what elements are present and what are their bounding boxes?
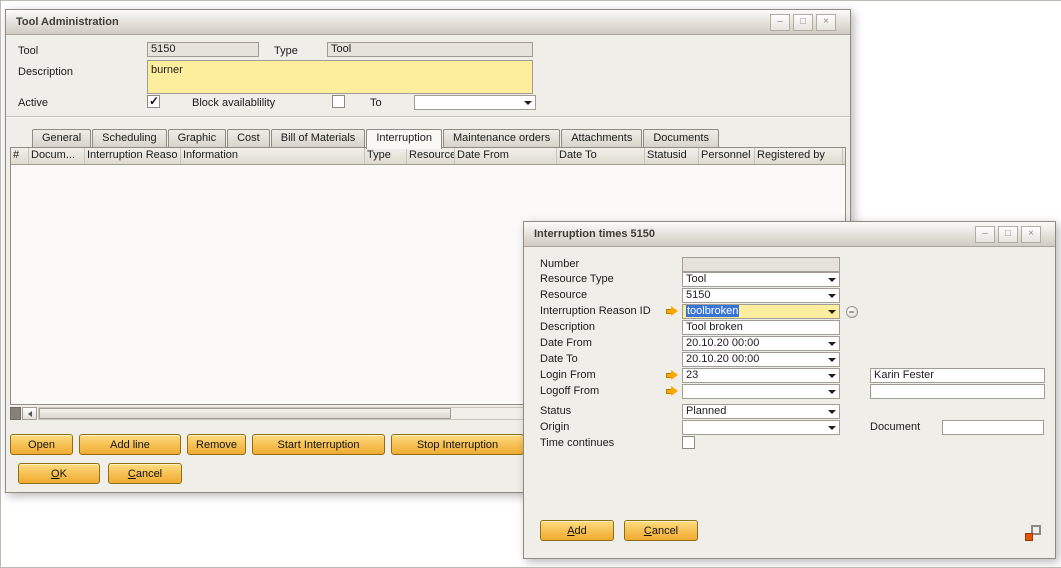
- description-label: Description: [18, 66, 73, 78]
- number-field: [682, 257, 840, 272]
- logoff-from-label: Logoff From: [540, 385, 599, 397]
- main-window-controls: – □ ×: [770, 14, 840, 31]
- interruption-times-dialog: Interruption times 5150 – □ × Number Res…: [523, 221, 1056, 559]
- expand-form-icon[interactable]: [1025, 525, 1041, 541]
- col-document[interactable]: Docum...: [29, 148, 85, 164]
- active-label: Active: [18, 97, 48, 109]
- tab-graphic[interactable]: Graphic: [168, 129, 227, 148]
- number-label: Number: [540, 258, 579, 270]
- time-continues-checkbox[interactable]: [682, 436, 695, 449]
- col-personnel-id[interactable]: Personnel I: [699, 148, 755, 164]
- dialog-maximize-icon[interactable]: □: [998, 226, 1018, 243]
- table-header-row: # Docum... Interruption Reaso Informatio…: [11, 148, 845, 165]
- origin-label: Origin: [540, 421, 569, 433]
- start-interruption-button[interactable]: Start Interruption: [252, 434, 385, 455]
- block-availability-label: Block availablility: [192, 97, 275, 109]
- main-titlebar[interactable]: Tool Administration – □ ×: [6, 10, 850, 35]
- maximize-icon[interactable]: □: [793, 14, 813, 31]
- logoff-from-combobox[interactable]: [682, 384, 840, 399]
- to-combobox[interactable]: [414, 95, 536, 110]
- remove-button[interactable]: Remove: [187, 434, 246, 455]
- h-scrollbar-thumb[interactable]: [39, 408, 451, 419]
- screen: Tool Administration – □ × Tool 5150 Type…: [0, 0, 1061, 568]
- description-field[interactable]: burner: [147, 60, 533, 94]
- tab-general[interactable]: General: [32, 129, 91, 148]
- dialog-minimize-icon[interactable]: –: [975, 226, 995, 243]
- tab-documents[interactable]: Documents: [643, 129, 719, 148]
- tab-interruption[interactable]: Interruption: [366, 129, 442, 149]
- reason-link-arrow-icon[interactable]: [665, 306, 679, 317]
- tab-scheduling[interactable]: Scheduling: [92, 129, 166, 148]
- col-filler: [843, 148, 847, 164]
- type-label: Type: [274, 45, 298, 57]
- status-label: Status: [540, 405, 571, 417]
- date-from-label: Date From: [540, 337, 592, 349]
- to-label: To: [370, 97, 382, 109]
- tab-maintenance-orders[interactable]: Maintenance orders: [443, 129, 560, 148]
- login-from-link-arrow-icon[interactable]: [665, 370, 679, 381]
- col-type[interactable]: Type: [365, 148, 407, 164]
- dialog-close-icon[interactable]: ×: [1021, 226, 1041, 243]
- col-date-to[interactable]: Date To: [557, 148, 645, 164]
- col-resource[interactable]: Resource: [407, 148, 455, 164]
- resource-combobox[interactable]: 5150: [682, 288, 840, 303]
- tab-bar: General Scheduling Graphic Cost Bill of …: [32, 129, 720, 148]
- tool-field: 5150: [147, 42, 259, 57]
- dialog-cancel-button[interactable]: Cancel: [624, 520, 698, 541]
- add-line-button[interactable]: Add line: [79, 434, 181, 455]
- stop-interruption-button[interactable]: Stop Interruption: [391, 434, 524, 455]
- login-from-combobox[interactable]: 23: [682, 368, 840, 383]
- tool-label: Tool: [18, 45, 38, 57]
- form-separator: [6, 116, 850, 118]
- col-information[interactable]: Information: [181, 148, 365, 164]
- dialog-title: Interruption times 5150: [534, 228, 655, 240]
- date-to-combobox[interactable]: 20.10.20 00:00: [682, 352, 840, 367]
- ok-button[interactable]: OK: [18, 463, 100, 484]
- interruption-reason-label: Interruption Reason ID: [540, 305, 651, 317]
- document-field[interactable]: [942, 420, 1044, 435]
- resource-type-label: Resource Type: [540, 273, 614, 285]
- date-to-label: Date To: [540, 353, 578, 365]
- open-button[interactable]: Open: [10, 434, 73, 455]
- main-window-title: Tool Administration: [16, 16, 119, 28]
- col-statusid[interactable]: Statusid: [645, 148, 699, 164]
- scroll-left-icon[interactable]: [22, 407, 37, 420]
- add-button[interactable]: Add: [540, 520, 614, 541]
- block-availability-checkbox[interactable]: [332, 95, 345, 108]
- type-field: Tool: [327, 42, 533, 57]
- minimize-icon[interactable]: –: [770, 14, 790, 31]
- time-continues-label: Time continues: [540, 437, 614, 449]
- dialog-window-controls: – □ ×: [975, 226, 1045, 243]
- reason-lookup-icon[interactable]: [846, 306, 858, 318]
- date-from-combobox[interactable]: 20.10.20 00:00: [682, 336, 840, 351]
- col-interruption-reason[interactable]: Interruption Reaso: [85, 148, 181, 164]
- resource-type-combobox[interactable]: Tool: [682, 272, 840, 287]
- logoff-from-link-arrow-icon[interactable]: [665, 386, 679, 397]
- active-checkbox[interactable]: [147, 95, 160, 108]
- dialog-description-field[interactable]: Tool broken: [682, 320, 840, 335]
- col-registered-by[interactable]: Registered by: [755, 148, 843, 164]
- origin-combobox[interactable]: [682, 420, 840, 435]
- col-row-number[interactable]: #: [11, 148, 29, 164]
- login-from-user-field[interactable]: Karin Fester: [870, 368, 1045, 383]
- login-from-label: Login From: [540, 369, 596, 381]
- splitter-box[interactable]: [10, 407, 21, 420]
- status-combobox[interactable]: Planned: [682, 404, 840, 419]
- logoff-from-user-field[interactable]: [870, 384, 1045, 399]
- dialog-description-label: Description: [540, 321, 595, 333]
- tab-cost[interactable]: Cost: [227, 129, 270, 148]
- col-date-from[interactable]: Date From: [455, 148, 557, 164]
- tab-bill-of-materials[interactable]: Bill of Materials: [271, 129, 366, 148]
- close-icon[interactable]: ×: [816, 14, 836, 31]
- interruption-reason-combobox[interactable]: toolbroken: [682, 304, 840, 319]
- dialog-titlebar[interactable]: Interruption times 5150 – □ ×: [524, 222, 1055, 247]
- reason-selected-text: toolbroken: [686, 305, 739, 317]
- cancel-button[interactable]: Cancel: [108, 463, 182, 484]
- resource-label: Resource: [540, 289, 587, 301]
- document-label: Document: [870, 421, 920, 433]
- tab-attachments[interactable]: Attachments: [561, 129, 642, 148]
